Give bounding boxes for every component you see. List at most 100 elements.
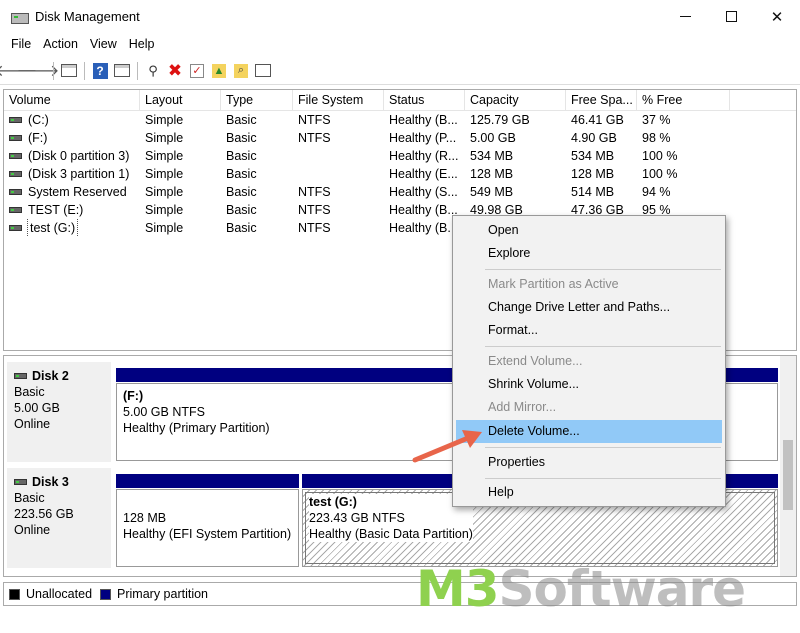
volume-name: (Disk 3 partition 1) <box>28 167 130 181</box>
menu-item-format[interactable]: Format... <box>456 319 722 342</box>
show-hide-console-tree-button[interactable] <box>58 60 80 82</box>
help-button[interactable]: ? <box>89 60 111 82</box>
partition-efi[interactable]: 128 MB Healthy (EFI System Partition) <box>116 489 299 567</box>
menu-item-mark-partition-active: Mark Partition as Active <box>488 277 619 291</box>
table-row[interactable]: (C:) Simple Basic NTFS Healthy (B... 125… <box>4 111 796 129</box>
column-volume[interactable]: Volume <box>4 90 140 110</box>
cell-percent-free: 94 % <box>642 185 671 199</box>
cell-free-space: 534 MB <box>571 149 615 163</box>
menu-item-shrink-volume[interactable]: Shrink Volume... <box>456 373 722 396</box>
maximize-button[interactable] <box>708 0 754 33</box>
primary-partition-swatch <box>100 588 112 600</box>
up-button[interactable]: ▲ <box>208 60 230 82</box>
column-header-row: Volume Layout Type File System Status Ca… <box>4 90 796 111</box>
table-row[interactable]: (F:) Simple Basic NTFS Healthy (P... 5.0… <box>4 129 796 147</box>
toolbar-separator <box>137 61 138 80</box>
cell-type: Basic <box>226 149 257 163</box>
disk-icon <box>14 479 27 485</box>
cell-status: Healthy (E... <box>389 167 458 181</box>
context-menu: Open Explore Mark Partition as Active Ch… <box>452 215 726 507</box>
search-icon: ⌕ <box>234 63 248 78</box>
check-button[interactable]: ✓ <box>186 60 208 82</box>
delete-button[interactable]: ✖ <box>164 60 186 82</box>
menu-item-open[interactable]: Open <box>456 219 722 242</box>
watermark-suffix: Software <box>498 560 747 618</box>
table-row[interactable]: System Reserved Simple Basic NTFS Health… <box>4 183 796 201</box>
cell-file-system: NTFS <box>298 113 331 127</box>
disk-3-label[interactable]: Disk 3 Basic 223.56 GB Online <box>7 468 111 568</box>
scrollbar-thumb[interactable] <box>783 440 793 510</box>
column-status[interactable]: Status <box>384 90 465 110</box>
disk-type: Basic <box>14 385 45 399</box>
column-capacity[interactable]: Capacity <box>465 90 566 110</box>
cell-file-system: NTFS <box>298 203 331 217</box>
cell-layout: Simple <box>145 185 184 199</box>
connect-button[interactable]: ⚲ <box>142 60 164 82</box>
properties-icon <box>255 64 271 77</box>
column-file-system[interactable]: File System <box>293 90 384 110</box>
cell-layout: Simple <box>145 149 184 163</box>
cell-layout: Simple <box>145 221 184 235</box>
menu-action[interactable]: Action <box>37 37 84 51</box>
menu-item-add-mirror: Add Mirror... <box>488 400 557 414</box>
forward-button[interactable]: 🡒 <box>17 60 60 82</box>
menu-item-delete-volume[interactable]: Delete Volume... <box>456 420 722 443</box>
disk-2-label[interactable]: Disk 2 Basic 5.00 GB Online <box>7 362 111 462</box>
partition-size: 128 MB <box>123 511 167 525</box>
cell-status: Healthy (S... <box>389 185 458 199</box>
volume-name: (Disk 0 partition 3) <box>28 149 130 163</box>
menu-file[interactable]: File <box>5 37 37 51</box>
menu-help[interactable]: Help <box>123 37 161 51</box>
brand-watermark: M3Software <box>416 559 747 619</box>
disk-icon <box>14 373 27 379</box>
properties-button[interactable] <box>252 60 274 82</box>
disk-type: Basic <box>14 491 45 505</box>
menu-separator <box>485 269 721 270</box>
cell-capacity: 549 MB <box>470 185 514 199</box>
watermark-brand: M3 <box>416 560 500 618</box>
table-row[interactable]: (Disk 3 partition 1) Simple Basic Health… <box>4 165 796 183</box>
menu-item-change-drive-letter[interactable]: Change Drive Letter and Paths... <box>456 296 722 319</box>
table-row[interactable]: (Disk 0 partition 3) Simple Basic Health… <box>4 147 796 165</box>
cell-type: Basic <box>226 131 257 145</box>
partition-name: test (G:) <box>309 495 357 509</box>
close-button[interactable]: ✕ <box>754 0 800 33</box>
menu-item-explore[interactable]: Explore <box>456 242 722 265</box>
drive-icon <box>9 135 22 141</box>
menu-separator <box>485 447 721 448</box>
drive-icon <box>9 189 22 195</box>
checkmark-icon: ✓ <box>190 63 204 78</box>
cell-file-system <box>293 165 384 183</box>
cell-layout: Simple <box>145 131 184 145</box>
partition-size: 223.43 GB NTFS <box>309 511 405 525</box>
cell-type: Basic <box>226 221 257 235</box>
title-bar: Disk Management ✕ <box>0 0 800 33</box>
vertical-scrollbar[interactable] <box>780 356 796 576</box>
cell-type: Basic <box>226 185 257 199</box>
cell-percent-free: 37 % <box>642 113 671 127</box>
menu-item-help[interactable]: Help <box>456 481 722 504</box>
column-free-space[interactable]: Free Spa... <box>566 90 637 110</box>
column-type[interactable]: Type <box>221 90 293 110</box>
disk-name: Disk 2 <box>32 369 69 383</box>
cell-type: Basic <box>226 203 257 217</box>
column-layout[interactable]: Layout <box>140 90 221 110</box>
cell-file-system <box>293 147 384 165</box>
volume-name: (C:) <box>28 113 49 127</box>
cell-capacity: 125.79 GB <box>470 113 530 127</box>
cell-layout: Simple <box>145 167 184 181</box>
drive-icon <box>9 225 22 231</box>
help-icon: ? <box>92 62 108 79</box>
menu-view[interactable]: View <box>84 37 123 51</box>
cell-file-system: NTFS <box>298 131 331 145</box>
legend-primary-partition: Primary partition <box>117 587 209 601</box>
connect-icon: ⚲ <box>148 62 158 78</box>
view-button[interactable] <box>111 60 133 82</box>
cell-free-space: 128 MB <box>571 167 615 181</box>
menu-separator <box>485 478 721 479</box>
menu-item-properties[interactable]: Properties <box>456 451 722 474</box>
column-percent-free[interactable]: % Free <box>637 90 730 110</box>
search-button[interactable]: ⌕ <box>230 60 252 82</box>
window-title: Disk Management <box>35 9 140 24</box>
minimize-button[interactable] <box>662 0 708 33</box>
